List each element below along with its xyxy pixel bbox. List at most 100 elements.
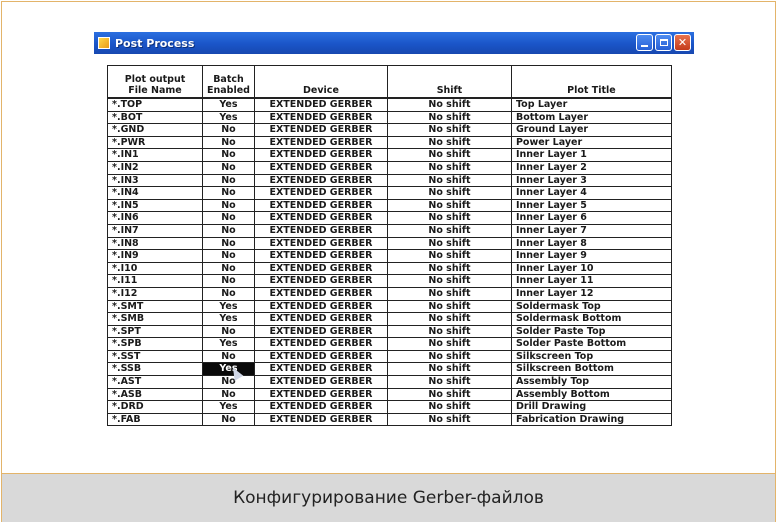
cell-batch-enabled[interactable]: No (202, 211, 255, 225)
cell-plot-title[interactable]: Inner Layer 1 (510, 148, 672, 162)
cell-batch-enabled[interactable]: No (202, 375, 255, 389)
cell-plot-title[interactable]: Soldermask Top (510, 299, 672, 314)
table-row[interactable]: *.IN2 No EXTENDED GERBER No shift Inner Laye… (107, 160, 672, 175)
cell-device[interactable]: EXTENDED GERBER (253, 211, 388, 225)
cell-device[interactable]: EXTENDED GERBER (253, 123, 388, 137)
table-row[interactable]: *.SPB Yes EXTENDED GERBER No shift Solder Pa… (107, 337, 672, 351)
cell-device[interactable]: EXTENDED GERBER (253, 362, 388, 377)
cell-shift[interactable]: No shift (386, 274, 512, 288)
cell-file-name[interactable]: *.I11 (107, 274, 203, 288)
cell-device[interactable]: EXTENDED GERBER (253, 274, 388, 288)
cell-plot-title[interactable]: Inner Layer 3 (510, 173, 672, 188)
table-row[interactable]: *.BOT Yes EXTENDED GERBER No shift Bottom La… (107, 110, 672, 125)
cell-batch-enabled[interactable]: No (202, 412, 255, 427)
cell-shift[interactable]: No shift (386, 412, 512, 427)
cell-shift[interactable]: No shift (386, 249, 512, 263)
cell-file-name[interactable]: *.DRD (107, 400, 203, 414)
table-row[interactable]: *.IN3 No EXTENDED GERBER No shift Inner Laye… (107, 173, 672, 188)
cell-plot-title[interactable]: Inner Layer 7 (510, 223, 672, 238)
cell-device[interactable]: EXTENDED GERBER (253, 135, 388, 150)
cell-file-name[interactable]: *.IN5 (107, 198, 203, 213)
cell-file-name[interactable]: *.TOP (107, 97, 203, 112)
cell-device[interactable]: EXTENDED GERBER (253, 299, 388, 314)
cell-device[interactable]: EXTENDED GERBER (253, 236, 388, 251)
cell-file-name[interactable]: *.AST (107, 375, 203, 389)
table-row[interactable]: *.IN5 No EXTENDED GERBER No shift Inner Laye… (107, 198, 672, 213)
cell-plot-title[interactable]: Inner Layer 2 (510, 160, 672, 175)
cell-batch-enabled[interactable]: No (202, 148, 255, 162)
cell-plot-title[interactable]: Inner Layer 9 (510, 249, 672, 263)
cell-device[interactable]: EXTENDED GERBER (253, 324, 388, 339)
cell-device[interactable]: EXTENDED GERBER (253, 412, 388, 427)
cell-shift[interactable]: No shift (386, 362, 512, 377)
cell-batch-enabled[interactable]: Yes (202, 400, 255, 414)
cell-plot-title[interactable]: Inner Layer 4 (510, 186, 672, 200)
cell-file-name[interactable]: *.SST (107, 349, 203, 364)
table-row[interactable]: *.SSB Yes EXTENDED GERBER No shift Silkscree… (107, 362, 672, 377)
cell-device[interactable]: EXTENDED GERBER (253, 198, 388, 213)
cell-batch-enabled[interactable]: No (202, 160, 255, 175)
cell-device[interactable]: EXTENDED GERBER (253, 261, 388, 276)
table-row[interactable]: *.PWR No EXTENDED GERBER No shift Power Laye… (107, 135, 672, 150)
cell-device[interactable]: EXTENDED GERBER (253, 110, 388, 125)
cell-plot-title[interactable]: Ground Layer (510, 123, 672, 137)
maximize-icon[interactable] (655, 34, 672, 51)
table-row[interactable]: *.SMB Yes EXTENDED GERBER No shift Soldermas… (107, 312, 672, 326)
table-row[interactable]: *.SPT No EXTENDED GERBER No shift Solder Pas… (107, 324, 672, 339)
cell-plot-title[interactable]: Top Layer (510, 97, 672, 112)
cell-batch-enabled[interactable]: Yes (202, 299, 255, 314)
cell-shift[interactable]: No shift (386, 160, 512, 175)
table-row[interactable]: *.I11 No EXTENDED GERBER No shift Inner Laye… (107, 274, 672, 288)
cell-file-name[interactable]: *.IN4 (107, 186, 203, 200)
cell-plot-title[interactable]: Inner Layer 11 (510, 274, 672, 288)
cell-file-name[interactable]: *.IN2 (107, 160, 203, 175)
cell-plot-title[interactable]: Inner Layer 5 (510, 198, 672, 213)
cell-plot-title[interactable]: Soldermask Bottom (510, 312, 672, 326)
cell-batch-enabled[interactable]: Yes (202, 337, 255, 351)
cell-file-name[interactable]: *.IN9 (107, 249, 203, 263)
cell-file-name[interactable]: *.IN6 (107, 211, 203, 225)
cell-shift[interactable]: No shift (386, 173, 512, 188)
cell-batch-enabled[interactable]: Yes (202, 97, 255, 112)
cell-file-name[interactable]: *.SMB (107, 312, 203, 326)
table-row[interactable]: *.ASB No EXTENDED GERBER No shift Assembly B… (107, 387, 672, 402)
cell-plot-title[interactable]: Drill Drawing (510, 400, 672, 414)
cell-batch-enabled[interactable]: Yes (202, 312, 255, 326)
cell-shift[interactable]: No shift (386, 198, 512, 213)
cell-plot-title[interactable]: Solder Paste Bottom (510, 337, 672, 351)
cell-shift[interactable]: No shift (386, 97, 512, 112)
cell-shift[interactable]: No shift (386, 337, 512, 351)
cell-device[interactable]: EXTENDED GERBER (253, 387, 388, 402)
table-row[interactable]: *.SMT Yes EXTENDED GERBER No shift Soldermas… (107, 299, 672, 314)
cell-file-name[interactable]: *.I12 (107, 286, 203, 301)
window-titlebar[interactable]: Post Process ✕ (94, 32, 694, 54)
cell-plot-title[interactable]: Inner Layer 8 (510, 236, 672, 251)
minimize-icon[interactable] (636, 34, 653, 51)
cell-shift[interactable]: No shift (386, 312, 512, 326)
cell-batch-enabled[interactable]: No (202, 223, 255, 238)
table-row[interactable]: *.IN7 No EXTENDED GERBER No shift Inner Laye… (107, 223, 672, 238)
cell-plot-title[interactable]: Bottom Layer (510, 110, 672, 125)
cell-plot-title[interactable]: Assembly Bottom (510, 387, 672, 402)
cell-shift[interactable]: No shift (386, 148, 512, 162)
cell-file-name[interactable]: *.SPB (107, 337, 203, 351)
cell-plot-title[interactable]: Inner Layer 12 (510, 286, 672, 301)
cell-plot-title[interactable]: Inner Layer 6 (510, 211, 672, 225)
cell-device[interactable]: EXTENDED GERBER (253, 400, 388, 414)
cell-plot-title[interactable]: Power Layer (510, 135, 672, 150)
cell-shift[interactable]: No shift (386, 223, 512, 238)
cell-plot-title[interactable]: Assembly Top (510, 375, 672, 389)
cell-shift[interactable]: No shift (386, 261, 512, 276)
cell-plot-title[interactable]: Silkscreen Bottom (510, 362, 672, 377)
cell-shift[interactable]: No shift (386, 400, 512, 414)
cell-device[interactable]: EXTENDED GERBER (253, 312, 388, 326)
close-icon[interactable]: ✕ (674, 34, 691, 51)
cell-file-name[interactable]: *.SMT (107, 299, 203, 314)
cell-device[interactable]: EXTENDED GERBER (253, 349, 388, 364)
cell-shift[interactable]: No shift (386, 387, 512, 402)
cell-shift[interactable]: No shift (386, 375, 512, 389)
cell-batch-enabled[interactable]: No (202, 286, 255, 301)
table-row[interactable]: *.IN1 No EXTENDED GERBER No shift Inner Laye… (107, 148, 672, 162)
cell-batch-enabled[interactable]: No (202, 135, 255, 150)
cell-shift[interactable]: No shift (386, 186, 512, 200)
